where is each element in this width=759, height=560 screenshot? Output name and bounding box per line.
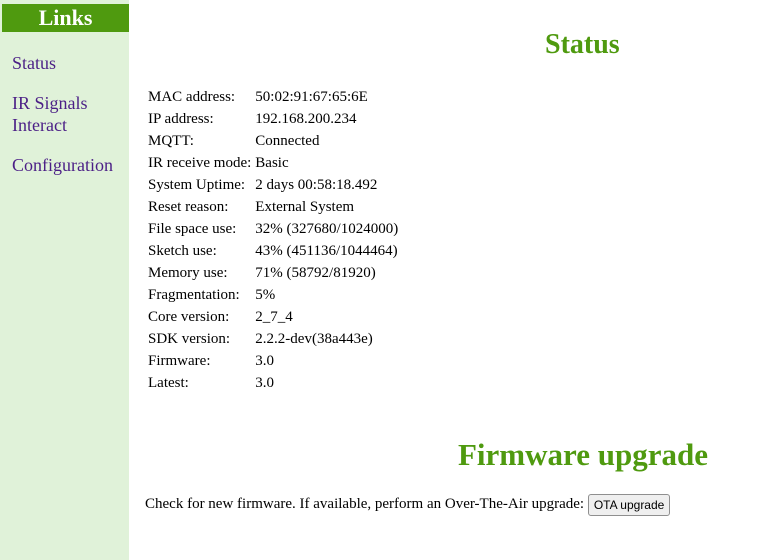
sdk-version-value: 2.2.2-dev(38a443e): [255, 331, 373, 347]
sketch-use-value: 43% (451136/1044464): [255, 243, 398, 259]
uptime-label: System Uptime:: [148, 177, 246, 193]
mqtt-value: Connected: [255, 133, 320, 149]
sidebar-item-ir-signals[interactable]: IR Signals: [12, 92, 88, 114]
file-space-label: File space use:: [148, 221, 237, 237]
status-table: MAC address: 50:02:91:67:65:6E IP address…: [146, 86, 400, 394]
memory-use-value: 71% (58792/81920): [255, 265, 376, 281]
table-row: Memory use: 71% (58792/81920): [146, 262, 400, 284]
table-row: Sketch use: 43% (451136/1044464): [146, 240, 400, 262]
table-row: Core version: 2_7_4: [146, 306, 400, 328]
sdk-version-label: SDK version:: [148, 331, 231, 347]
table-row: IP address: 192.168.200.234: [146, 108, 400, 130]
fragmentation-label: Fragmentation:: [148, 287, 240, 303]
latest-value: 3.0: [255, 375, 275, 391]
sidebar-item-status[interactable]: Status: [12, 52, 56, 74]
fragmentation-value: 5%: [255, 287, 276, 303]
sidebar: Links Status IR Signals Interact Configu…: [0, 0, 129, 560]
table-row: MAC address: 50:02:91:67:65:6E: [146, 86, 400, 108]
firmware-label: Firmware:: [148, 353, 211, 369]
table-row: Latest: 3.0: [146, 372, 400, 394]
ota-upgrade-button[interactable]: OTA upgrade: [587, 493, 671, 516]
mac-value: 50:02:91:67:65:6E: [255, 89, 368, 105]
memory-use-label: Memory use:: [148, 265, 228, 281]
page-title: Status: [545, 29, 620, 60]
firmware-upgrade-text: Check for new firmware. If available, pe…: [145, 496, 585, 512]
firmware-value: 3.0: [255, 353, 275, 369]
reset-reason-value: External System: [255, 199, 355, 215]
table-row: SDK version: 2.2.2-dev(38a443e): [146, 328, 400, 350]
table-row: Firmware: 3.0: [146, 350, 400, 372]
sketch-use-label: Sketch use:: [148, 243, 217, 259]
uptime-value: 2 days 00:58:18.492: [255, 177, 378, 193]
table-row: File space use: 32% (327680/1024000): [146, 218, 400, 240]
core-version-value: 2_7_4: [255, 309, 293, 325]
table-row: Fragmentation: 5%: [146, 284, 400, 306]
table-row: MQTT: Connected: [146, 130, 400, 152]
latest-label: Latest:: [148, 375, 189, 391]
sidebar-item-configuration[interactable]: Configuration: [12, 154, 113, 176]
firmware-upgrade-row: Check for new firmware. If available, pe…: [145, 492, 671, 516]
ir-mode-value: Basic: [255, 155, 289, 171]
sidebar-header: Links: [2, 4, 129, 32]
ip-label: IP address:: [148, 111, 214, 127]
reset-reason-label: Reset reason:: [148, 199, 229, 215]
mac-label: MAC address:: [148, 89, 236, 105]
table-row: System Uptime: 2 days 00:58:18.492: [146, 174, 400, 196]
ir-mode-label: IR receive mode:: [148, 155, 252, 171]
mqtt-label: MQTT:: [148, 133, 194, 149]
firmware-upgrade-title: Firmware upgrade: [458, 437, 708, 472]
table-row: Reset reason: External System: [146, 196, 400, 218]
core-version-label: Core version:: [148, 309, 230, 325]
file-space-value: 32% (327680/1024000): [255, 221, 399, 237]
ip-value: 192.168.200.234: [255, 111, 357, 127]
sidebar-item-interact[interactable]: Interact: [12, 114, 67, 136]
table-row: IR receive mode: Basic: [146, 152, 400, 174]
